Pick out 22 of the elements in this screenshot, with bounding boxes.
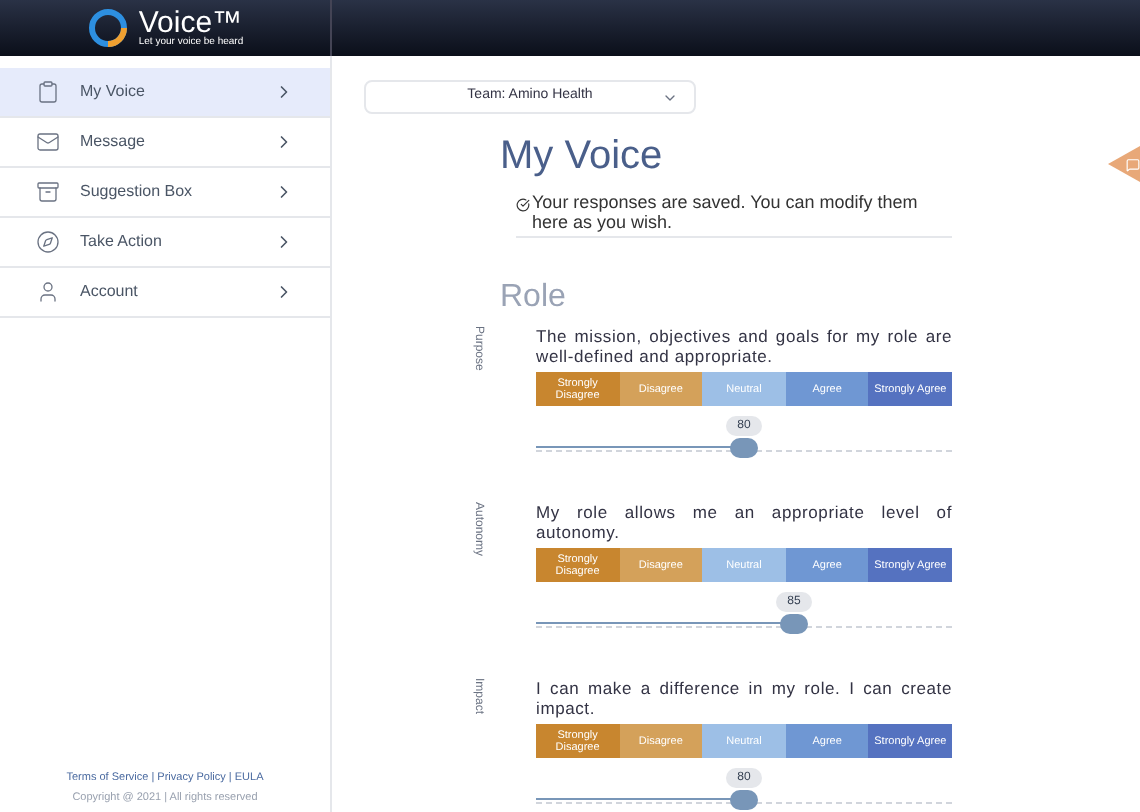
sidebar-item[interactable]: My Voice xyxy=(0,68,330,118)
question-text: My role allows me an appropriate level of autonomy. xyxy=(536,502,952,542)
slider-thumb[interactable] xyxy=(779,614,808,634)
slider[interactable] xyxy=(536,436,952,460)
logo-icon xyxy=(86,6,131,50)
slider[interactable] xyxy=(536,788,952,812)
box-icon xyxy=(36,180,60,204)
clipboard-icon xyxy=(36,80,60,104)
brand-name: Voice™ xyxy=(138,8,244,38)
slider-thumb[interactable] xyxy=(730,790,758,810)
section-title: Role xyxy=(500,278,568,318)
slider-thumb[interactable] xyxy=(730,438,758,458)
page-title: My Voice xyxy=(500,132,665,180)
user-icon xyxy=(36,280,60,304)
saved-notice: Your responses are saved. You can modify them here as you wish. xyxy=(516,192,952,238)
envelope-icon xyxy=(36,130,60,154)
question-text: I can make a difference in my role. I can create impact. xyxy=(536,678,952,718)
chat-icon xyxy=(1126,157,1140,171)
check-icon xyxy=(516,198,530,212)
question-text: The mission, objectives and goals for my role are well-defined and appropriate. xyxy=(536,326,952,366)
slider[interactable] xyxy=(536,612,952,636)
compass-icon xyxy=(36,230,60,254)
